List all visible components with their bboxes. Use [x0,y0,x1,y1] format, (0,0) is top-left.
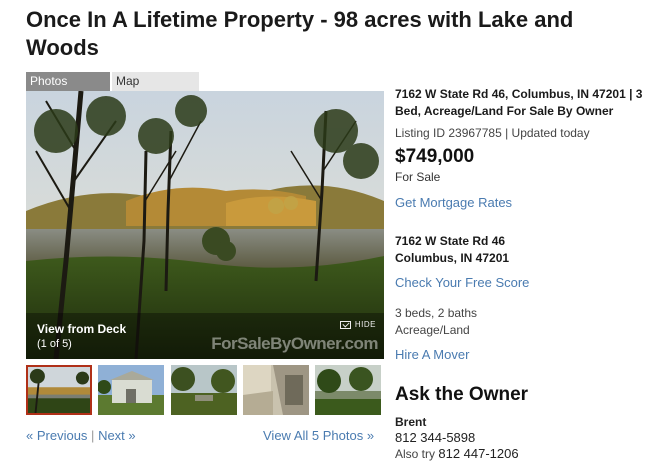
hide-label: HIDE [354,320,376,329]
ask-owner-heading: Ask the Owner [395,384,529,405]
owner-alt-phone[interactable]: 812 447-1206 [438,446,518,461]
address-line-2: Columbus, IN 47201 [395,251,510,265]
thumbnail-image [315,365,381,415]
owner-name: Brent [395,415,427,429]
hide-caption-button[interactable]: HIDE [339,320,376,329]
property-address: 7162 W State Rd 46 Columbus, IN 47201 [395,233,509,267]
listing-status: For Sale [395,170,441,184]
photo-pagination: « Previous | Next » [26,428,136,443]
main-photo[interactable]: View from Deck (1 of 5) HIDE ForSaleByOw… [26,91,384,359]
property-type: Acreage/Land [395,323,470,337]
thumbnail-1[interactable] [26,365,92,415]
thumbnail-image [28,367,90,413]
beds-baths: 3 beds, 2 baths [395,306,478,320]
photo-count: (1 of 5) [37,338,72,350]
tab-map[interactable]: Map [112,72,199,91]
thumbnail-5[interactable] [315,365,381,415]
free-score-link[interactable]: Check Your Free Score [395,275,529,290]
property-facts: 3 beds, 2 baths Acreage/Land [395,305,477,339]
photo-caption: View from Deck [37,322,127,336]
checkbox-icon [339,320,351,329]
thumbnail-3[interactable] [171,365,237,415]
listing-price: $749,000 [395,146,475,167]
listing-id: Listing ID 23967785 | Updated today [395,126,590,140]
thumbnail-image [243,365,309,415]
thumbnail-strip [26,365,384,415]
address-line-1: 7162 W State Rd 46 [395,234,506,248]
also-try-label: Also try [395,447,436,461]
thumbnail-image [98,365,164,415]
photo-map-tabs: Photos Map [26,72,199,91]
tab-photos[interactable]: Photos [26,72,110,91]
hire-mover-link[interactable]: Hire A Mover [395,347,469,362]
page-title: Once In A Lifetime Property - 98 acres w… [26,7,574,60]
thumbnail-2[interactable] [98,365,164,415]
pagination-separator: | [91,428,95,443]
previous-photo-link[interactable]: « Previous [26,428,87,443]
view-all-photos-link[interactable]: View All 5 Photos » [263,428,374,443]
next-photo-link[interactable]: Next » [98,428,136,443]
owner-alt-phone-line: Also try 812 447-1206 [395,446,519,461]
thumbnail-4[interactable] [243,365,309,415]
thumbnail-image [171,365,237,415]
watermark-logo: ForSaleByOwner.com [211,334,378,353]
listing-headline: 7162 W State Rd 46, Columbus, IN 47201 |… [395,87,643,118]
mortgage-rates-link[interactable]: Get Mortgage Rates [395,195,512,210]
owner-phone[interactable]: 812 344-5898 [395,430,475,445]
